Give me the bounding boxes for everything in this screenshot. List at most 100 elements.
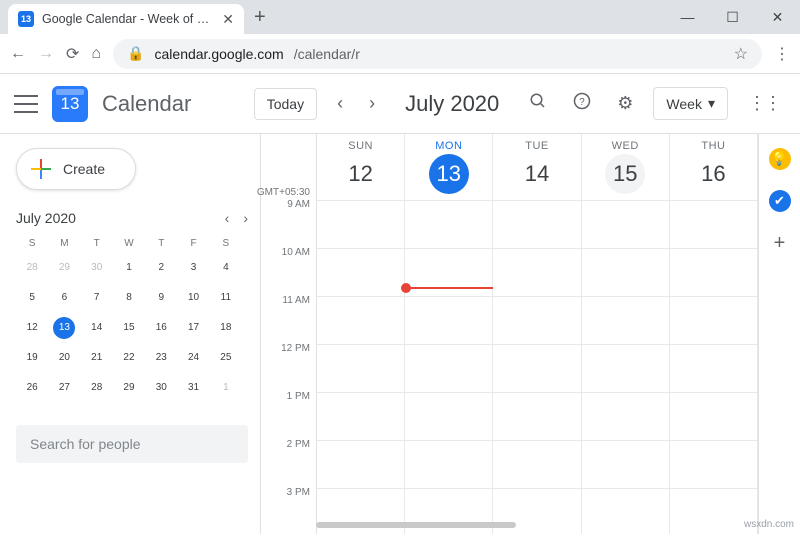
minical-day[interactable]: 26 [16,373,48,403]
minical-day[interactable]: 27 [48,373,80,403]
minical-day[interactable]: 16 [145,313,177,343]
week-grid[interactable]: GMT+05:30 9 AM10 AM11 AM12 PM1 PM2 PM3 P… [260,134,758,534]
time-slot[interactable] [317,297,405,344]
minical-day[interactable]: 13 [48,313,80,343]
prev-week-button[interactable]: ‹ [331,87,349,120]
time-slot[interactable] [493,201,581,248]
search-people-input[interactable]: Search for people [16,425,248,463]
menu-icon[interactable] [14,95,38,113]
minical-day[interactable]: 28 [81,373,113,403]
browser-tab[interactable]: 13 Google Calendar - Week of July 1 ✕ [8,4,244,34]
browser-menu-icon[interactable]: ⋮ [774,44,790,64]
minical-day[interactable]: 9 [145,283,177,313]
help-icon[interactable]: ? [567,86,597,121]
create-button[interactable]: Create [16,148,136,190]
time-slot-row[interactable] [317,392,758,440]
maximize-button[interactable]: ☐ [710,0,755,34]
minical-day[interactable]: 22 [113,343,145,373]
day-number[interactable]: 14 [517,154,557,194]
add-addon-button[interactable]: + [774,232,786,255]
time-slot[interactable] [670,201,758,248]
close-icon[interactable]: ✕ [222,11,234,28]
time-slot[interactable] [582,393,670,440]
time-slot[interactable] [582,489,670,534]
time-slot[interactable] [582,297,670,344]
time-slot[interactable] [405,345,493,392]
minical-day[interactable]: 29 [113,373,145,403]
minical-day[interactable]: 1 [113,253,145,283]
minical-day[interactable]: 30 [145,373,177,403]
url-field[interactable]: 🔒 calendar.google.com/calendar/r ☆ [113,39,762,69]
time-slot[interactable] [493,249,581,296]
minical-day[interactable]: 11 [210,283,242,313]
time-slot[interactable] [405,441,493,488]
time-slot[interactable] [582,249,670,296]
minical-day[interactable]: 25 [210,343,242,373]
minical-day[interactable]: 30 [81,253,113,283]
minical-day[interactable]: 28 [16,253,48,283]
time-slot-row[interactable] [317,440,758,488]
forward-button[interactable]: → [38,45,54,63]
time-slot[interactable] [493,393,581,440]
next-week-button[interactable]: › [363,87,381,120]
close-window-button[interactable]: ✕ [755,0,800,34]
back-button[interactable]: ← [10,45,26,63]
minimize-button[interactable]: — [665,0,710,34]
time-slot-row[interactable] [317,296,758,344]
day-header[interactable]: SUN12 [317,134,405,200]
time-slot[interactable] [582,441,670,488]
day-header[interactable]: MON13 [405,134,493,200]
time-slot[interactable] [670,393,758,440]
today-button[interactable]: Today [254,88,317,120]
time-slot[interactable] [493,345,581,392]
minical-day[interactable]: 7 [81,283,113,313]
minical-day[interactable]: 12 [16,313,48,343]
time-slot[interactable] [405,201,493,248]
minical-day[interactable]: 23 [145,343,177,373]
minical-day[interactable]: 8 [113,283,145,313]
minical-day[interactable]: 19 [16,343,48,373]
minical-day[interactable]: 3 [177,253,209,283]
day-number[interactable]: 15 [605,154,645,194]
minical-day[interactable]: 2 [145,253,177,283]
home-button[interactable]: ⌂ [91,45,101,63]
time-slot[interactable] [582,201,670,248]
minical-day[interactable]: 4 [210,253,242,283]
minical-day[interactable]: 24 [177,343,209,373]
time-slot-row[interactable] [317,248,758,296]
day-header[interactable]: WED15 [582,134,670,200]
time-slot[interactable] [317,393,405,440]
time-slot[interactable] [670,441,758,488]
minical-day[interactable]: 20 [48,343,80,373]
minical-day[interactable]: 14 [81,313,113,343]
minical-day[interactable]: 31 [177,373,209,403]
minical-prev[interactable]: ‹ [225,210,230,226]
time-slot[interactable] [317,249,405,296]
minical-day[interactable]: 21 [81,343,113,373]
minical-next[interactable]: › [243,210,248,226]
time-slot[interactable] [317,201,405,248]
time-slot[interactable] [493,297,581,344]
gear-icon[interactable]: ⚙ [611,87,639,120]
time-slot[interactable] [317,345,405,392]
minical-day[interactable]: 6 [48,283,80,313]
time-slot-row[interactable] [317,344,758,392]
minical-day[interactable]: 17 [177,313,209,343]
search-icon[interactable] [523,86,553,121]
keep-icon[interactable]: 💡 [769,148,791,170]
day-header[interactable]: TUE14 [493,134,581,200]
new-tab-button[interactable]: + [254,6,266,29]
time-slot-row[interactable] [317,200,758,248]
time-slot[interactable] [493,441,581,488]
reload-button[interactable]: ⟳ [66,44,79,64]
time-slot[interactable] [405,297,493,344]
day-number[interactable]: 16 [693,154,733,194]
minical-day[interactable]: 29 [48,253,80,283]
time-slot[interactable] [317,441,405,488]
minical-day[interactable]: 18 [210,313,242,343]
minical-day[interactable]: 15 [113,313,145,343]
time-slot[interactable] [670,345,758,392]
horizontal-scrollbar[interactable] [316,522,516,528]
day-number[interactable]: 12 [341,154,381,194]
time-slot[interactable] [405,393,493,440]
